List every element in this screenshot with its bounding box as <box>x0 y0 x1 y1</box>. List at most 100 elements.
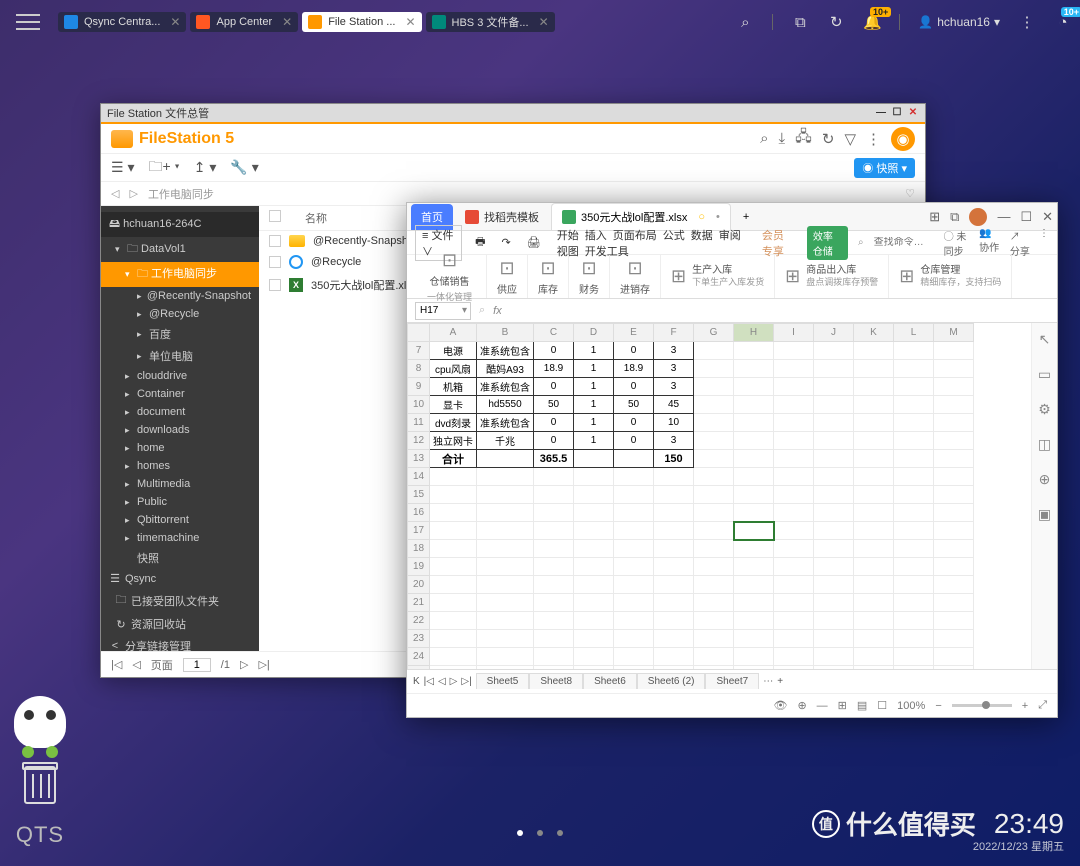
tree-item[interactable]: ▸Multimedia <box>101 475 259 493</box>
tree-item[interactable]: 快照 <box>101 547 259 569</box>
sheet-more[interactable]: ⋯ <box>763 676 773 687</box>
favorite-icon[interactable]: ♡ <box>905 187 915 200</box>
sheet-tab[interactable]: Sheet6 (2) <box>637 673 706 689</box>
tree-host[interactable]: 🖴 hchuan16-264C <box>101 212 259 237</box>
tree-item[interactable]: ▸百度 <box>101 323 259 345</box>
sync-status[interactable]: ◯ 未同步 <box>944 228 972 258</box>
sheet-tab[interactable]: Sheet8 <box>529 673 583 689</box>
task-tab[interactable]: App Center✕ <box>190 12 298 32</box>
page-input[interactable] <box>183 658 211 672</box>
fullscreen[interactable]: ⤢ <box>1038 699 1047 712</box>
tab-new[interactable]: + <box>733 206 759 228</box>
fx-icon[interactable]: fx <box>493 305 502 317</box>
task-tab[interactable]: File Station ...✕ <box>302 12 421 32</box>
setting-icon[interactable]: ⚙ <box>1038 401 1051 418</box>
sheet-list[interactable]: K <box>413 676 420 687</box>
tree-item[interactable]: ▸timemachine <box>101 529 259 547</box>
select-all[interactable] <box>269 210 281 222</box>
task-tab[interactable]: Qsync Centra...✕ <box>58 12 186 32</box>
nav-back[interactable]: ◁ <box>111 187 119 200</box>
sheet-tab[interactable]: Sheet7 <box>705 673 759 689</box>
center-icon[interactable]: ⊕ <box>797 699 806 712</box>
sheet-last[interactable]: ▷| <box>461 676 471 687</box>
book-icon[interactable]: ▣ <box>1038 506 1051 523</box>
globe-icon[interactable]: ⊕ <box>1039 471 1051 488</box>
user-menu[interactable]: 👤 hchuan16 ▾ <box>918 15 1000 29</box>
tab-close-icon[interactable]: ✕ <box>282 15 292 29</box>
filter-icon[interactable]: ▽ <box>844 130 856 148</box>
tree-item[interactable]: ↻资源回收站 <box>101 613 259 635</box>
tree-item[interactable]: ▸home <box>101 439 259 457</box>
print-icon[interactable]: 🖨 <box>524 234 544 251</box>
reload-icon[interactable]: ↻ <box>822 130 835 148</box>
panel-icon[interactable]: ⧉ <box>950 209 959 225</box>
fx-cancel[interactable]: ⌕ <box>479 304 485 317</box>
minimize-button[interactable]: — <box>875 107 887 119</box>
tree-item[interactable]: <分享链接管理 <box>101 635 259 651</box>
page-first[interactable]: |◁ <box>111 658 122 671</box>
page-last[interactable]: ▷| <box>258 658 269 671</box>
task-tab[interactable]: HBS 3 文件备...✕ <box>426 12 555 32</box>
grid-view[interactable]: ⊞ <box>838 699 847 712</box>
tree-item[interactable]: ☰Qsync <box>101 569 259 588</box>
tree-item[interactable]: ▾🗀 DataVol1 <box>101 237 259 262</box>
col-name[interactable]: 名称 <box>305 210 327 226</box>
tree-item[interactable]: ▸document <box>101 403 259 421</box>
upload-icon[interactable]: ⤓ <box>779 130 786 147</box>
ribbon-group[interactable]: ⊡进销存 <box>610 255 661 298</box>
command-search[interactable] <box>874 237 934 248</box>
coop[interactable]: 👥 协作 <box>979 228 1002 258</box>
tree-item[interactable]: ▸Public <box>101 493 259 511</box>
tree-item[interactable]: ▸homes <box>101 457 259 475</box>
view-mode[interactable]: ☰ ▾ <box>111 159 134 176</box>
breadcrumb[interactable]: 工作电脑同步 <box>148 186 214 202</box>
tree-item[interactable]: ▸Qbittorrent <box>101 511 259 529</box>
chart-icon[interactable]: ◫ <box>1038 436 1051 453</box>
sheet-tab[interactable]: Sheet5 <box>476 673 530 689</box>
trash-icon[interactable] <box>24 766 56 804</box>
sheet-tab[interactable]: Sheet6 <box>583 673 637 689</box>
menu-tab[interactable]: 插入 <box>582 228 610 244</box>
avatar[interactable] <box>969 208 987 226</box>
tab-close-icon[interactable]: ✕ <box>170 15 180 29</box>
tree-item[interactable]: ▸clouddrive <box>101 367 259 385</box>
sheet-add[interactable]: + <box>777 676 783 687</box>
snapshot-icon[interactable]: ◉ <box>891 127 915 151</box>
refresh-icon[interactable]: ↻ <box>827 13 845 31</box>
sheet-first[interactable]: |◁ <box>424 676 434 687</box>
read-view[interactable]: ☐ <box>877 699 887 712</box>
tree-item[interactable]: ▸Container <box>101 385 259 403</box>
win-max[interactable]: ☐ <box>1020 209 1032 225</box>
menu-tab[interactable]: 页面布局 <box>610 228 660 244</box>
page-prev[interactable]: ◁ <box>132 658 140 671</box>
ribbon-group[interactable]: ⊞仓库管理精细库存，支持扫码 <box>889 255 1012 298</box>
menu-tab[interactable]: 数据 <box>688 228 716 244</box>
menu-tab[interactable]: 公式 <box>660 228 688 244</box>
more-icon[interactable]: ⋮ <box>1018 13 1036 31</box>
sheet-next[interactable]: ▷ <box>450 676 458 687</box>
ribbon-group[interactable]: ⊞生产入库下单生产入库发货 <box>661 255 775 298</box>
save-icon[interactable]: 🖶 <box>472 231 488 254</box>
settings-icon[interactable]: ⋮ <box>866 130 881 148</box>
page-view[interactable]: ▤ <box>857 699 867 712</box>
select-icon[interactable]: ▭ <box>1038 366 1051 383</box>
search-icon[interactable]: ⌕ <box>736 13 754 31</box>
tab-templates[interactable]: 找稻壳模板 <box>455 204 549 230</box>
maximize-button[interactable]: ☐ <box>891 107 903 119</box>
checkbox[interactable] <box>269 279 281 291</box>
ribbon-group[interactable]: ⊡仓储销售一体化管理 <box>413 255 487 298</box>
tree-item[interactable]: ▸@Recently-Snapshot <box>101 287 259 305</box>
nav-fwd[interactable]: ▷ <box>129 187 137 200</box>
header-search-icon[interactable]: ⌕ <box>760 130 768 147</box>
tree-item[interactable]: ▾🗀 工作电脑同步 <box>101 262 259 287</box>
share[interactable]: ↗ 分享 <box>1010 228 1031 258</box>
new-folder[interactable]: 🗀+ ▾ <box>148 156 179 180</box>
sheet-prev[interactable]: ◁ <box>438 676 446 687</box>
more[interactable]: ⋮ <box>1039 228 1049 258</box>
menu-icon[interactable] <box>16 14 40 30</box>
window-titlebar[interactable]: File Station 文件总管 — ☐ ✕ <box>101 104 925 122</box>
snapshot-button[interactable]: ◉ 快照 ▾ <box>854 158 915 178</box>
tree-item[interactable]: ▸downloads <box>101 421 259 439</box>
tree-item[interactable]: ▸@Recycle <box>101 305 259 323</box>
tab-close-icon[interactable]: ✕ <box>539 15 549 29</box>
